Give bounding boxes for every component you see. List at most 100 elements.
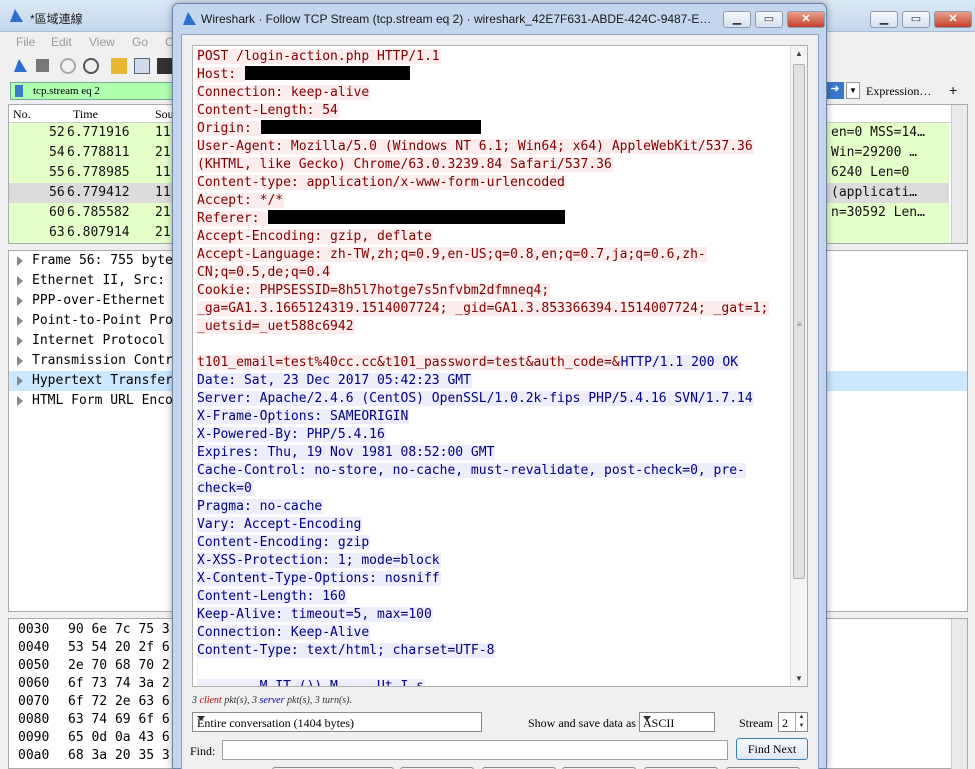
stream-line: X-XSS-Protection: 1; mode=block bbox=[197, 552, 789, 570]
hex-bytes: 6f 72 2e 63 6 bbox=[68, 694, 170, 709]
main-minimize-button[interactable]: ▁ bbox=[870, 11, 898, 28]
stream-line: Content-type: application/x-www-form-url… bbox=[197, 174, 789, 192]
stream-line: Content-Encoding: gzip bbox=[197, 534, 789, 552]
col-time[interactable]: Time bbox=[73, 107, 98, 122]
stream-line: CN;q=0.5,de;q=0.4 bbox=[197, 264, 789, 282]
tree-item-label: PPP-over-Ethernet bbox=[32, 293, 166, 308]
main-maximize-button[interactable]: ▭ bbox=[902, 11, 930, 28]
find-input[interactable] bbox=[222, 740, 728, 760]
packet-info: en=0 MSS=14… bbox=[831, 125, 925, 140]
main-close-button[interactable]: ✕ bbox=[934, 11, 972, 28]
add-filter-button[interactable]: + bbox=[949, 82, 957, 98]
stream-line: _uetsid=_uet588c6942 bbox=[197, 318, 789, 336]
stream-line: Content-Length: 160 bbox=[197, 588, 789, 606]
stream-number-spinbox[interactable]: 2 ▲ ▼ bbox=[778, 712, 808, 732]
spin-arrows-icon[interactable]: ▲ ▼ bbox=[795, 713, 807, 731]
expand-arrow-icon[interactable] bbox=[17, 336, 23, 346]
packet-source: 21 bbox=[155, 205, 171, 220]
find-next-button[interactable]: Find Next bbox=[736, 738, 808, 760]
stream-line: X-Powered-By: PHP/5.4.16 bbox=[197, 426, 789, 444]
scroll-thumb[interactable]: ≡ bbox=[793, 64, 805, 579]
server-text: Cache-Control: no-store, no-cache, must-… bbox=[197, 463, 746, 478]
client-text: POST /login-action.php HTTP/1.1 bbox=[197, 49, 441, 64]
stream-content[interactable]: POST /login-action.php HTTP/1.1 Host: Con… bbox=[192, 45, 808, 687]
server-text: Content-Type: text/html; charset=UTF-8 bbox=[197, 643, 496, 658]
stream-line: Accept: */* bbox=[197, 192, 789, 210]
restart-capture-icon[interactable] bbox=[60, 58, 76, 74]
client-text: _uetsid=_uet588c6942 bbox=[197, 319, 355, 334]
stream-line: Origin: bbox=[197, 120, 789, 138]
stream-line: User-Agent: Mozilla/5.0 (Windows NT 6.1;… bbox=[197, 138, 789, 156]
hex-bytes: 6f 73 74 3a 2 bbox=[68, 676, 170, 691]
wireshark-fin-icon bbox=[8, 9, 24, 23]
expand-arrow-icon[interactable] bbox=[17, 316, 23, 326]
server-text: Connection: Keep-Alive bbox=[197, 625, 371, 640]
conversation-select[interactable]: Entire conversation (1404 bytes) bbox=[192, 712, 482, 732]
server-text: X-Content-Type-Options: nosniff bbox=[197, 571, 441, 586]
expand-arrow-icon[interactable] bbox=[17, 396, 23, 406]
server-text: Server: Apache/2.4.6 (CentOS) OpenSSL/1.… bbox=[197, 391, 754, 406]
col-no[interactable]: No. bbox=[13, 107, 31, 122]
display-filter-input[interactable]: tcp.stream eq 2 bbox=[10, 82, 180, 100]
menu-file[interactable]: File bbox=[16, 35, 35, 49]
client-text: CN;q=0.5,de;q=0.4 bbox=[197, 265, 332, 280]
stream-line: (KHTML, like Gecko) Chrome/63.0.3239.84 … bbox=[197, 156, 789, 174]
tree-item-label: Transmission Contr bbox=[32, 353, 173, 368]
filter-dropdown-icon[interactable]: ▼ bbox=[846, 82, 860, 99]
server-text: Keep-Alive: timeout=5, max=100 bbox=[197, 607, 433, 622]
expand-arrow-icon[interactable] bbox=[17, 276, 23, 286]
find-label: Find: bbox=[190, 744, 216, 758]
packet-time: 6.771916 bbox=[67, 125, 130, 140]
packet-no: 60 bbox=[49, 205, 65, 220]
scroll-down-icon[interactable]: ▼ bbox=[795, 674, 803, 683]
close-file-icon[interactable] bbox=[157, 58, 173, 74]
wireshark-fin-icon bbox=[181, 12, 197, 26]
packet-no: 55 bbox=[49, 165, 65, 180]
dialog-close-button[interactable]: ✕ bbox=[787, 11, 825, 28]
stop-capture-icon[interactable] bbox=[36, 59, 49, 72]
stream-line: Server: Apache/2.4.6 (CentOS) OpenSSL/1.… bbox=[197, 390, 789, 408]
bookmark-icon[interactable] bbox=[15, 85, 23, 97]
expression-button[interactable]: Expression… bbox=[866, 84, 931, 99]
save-file-icon[interactable] bbox=[134, 58, 150, 74]
conversation-value: Entire conversation (1404 bytes) bbox=[197, 716, 354, 730]
menu-edit[interactable]: Edit bbox=[51, 35, 72, 49]
stream-line: Vary: Accept-Encoding bbox=[197, 516, 789, 534]
menu-view[interactable]: View bbox=[89, 35, 115, 49]
hex-offset: 0030 bbox=[18, 622, 50, 637]
expand-arrow-icon[interactable] bbox=[17, 356, 23, 366]
stream-line: Connection: keep-alive bbox=[197, 84, 789, 102]
stream-line: X-Content-Type-Options: nosniff bbox=[197, 570, 789, 588]
main-window-title: *區域連線 bbox=[30, 12, 83, 26]
open-file-icon[interactable] bbox=[111, 58, 127, 74]
packet-time: 6.778985 bbox=[67, 165, 130, 180]
client-text bbox=[197, 337, 198, 352]
packet-source: 11 bbox=[155, 185, 171, 200]
server-text: HTTP/1.1 200 OK bbox=[620, 355, 740, 370]
client-text: Accept-Language: zh-TW,zh;q=0.9,en-US;q=… bbox=[197, 247, 707, 262]
scroll-up-icon[interactable]: ▲ bbox=[795, 49, 803, 58]
stream-scrollbar[interactable]: ▲ ≡ ▼ bbox=[790, 46, 807, 686]
apply-filter-icon[interactable]: ➜ bbox=[826, 82, 844, 99]
dialog-minimize-button[interactable]: ▁ bbox=[723, 11, 751, 28]
follow-tcp-stream-dialog: Wireshark · Follow TCP Stream (tcp.strea… bbox=[172, 3, 827, 769]
col-source[interactable]: Sou bbox=[155, 107, 174, 122]
packet-list-scrollbar[interactable] bbox=[951, 105, 967, 243]
stream-label: Stream bbox=[739, 716, 773, 730]
dialog-maximize-button[interactable]: ▭ bbox=[755, 11, 783, 28]
start-capture-icon[interactable] bbox=[12, 59, 28, 73]
format-select[interactable]: ASCII bbox=[639, 712, 715, 732]
expand-arrow-icon[interactable] bbox=[17, 256, 23, 266]
capture-options-icon[interactable] bbox=[83, 58, 99, 74]
server-text: ........M.IT.()).M.....Ut.I.s bbox=[197, 679, 425, 686]
stream-line: Accept-Language: zh-TW,zh;q=0.9,en-US;q=… bbox=[197, 246, 789, 264]
client-text: Content-type: application/x-www-form-url… bbox=[197, 175, 566, 190]
expand-arrow-icon[interactable] bbox=[17, 376, 23, 386]
stream-line: Referer: bbox=[197, 210, 789, 228]
menu-go[interactable]: Go bbox=[132, 35, 148, 49]
stream-text: POST /login-action.php HTTP/1.1 Host: Con… bbox=[197, 48, 789, 686]
dialog-title: Wireshark · Follow TCP Stream (tcp.strea… bbox=[201, 12, 712, 26]
hex-offset: 0080 bbox=[18, 712, 50, 727]
bytes-scrollbar[interactable] bbox=[951, 619, 967, 769]
expand-arrow-icon[interactable] bbox=[17, 296, 23, 306]
